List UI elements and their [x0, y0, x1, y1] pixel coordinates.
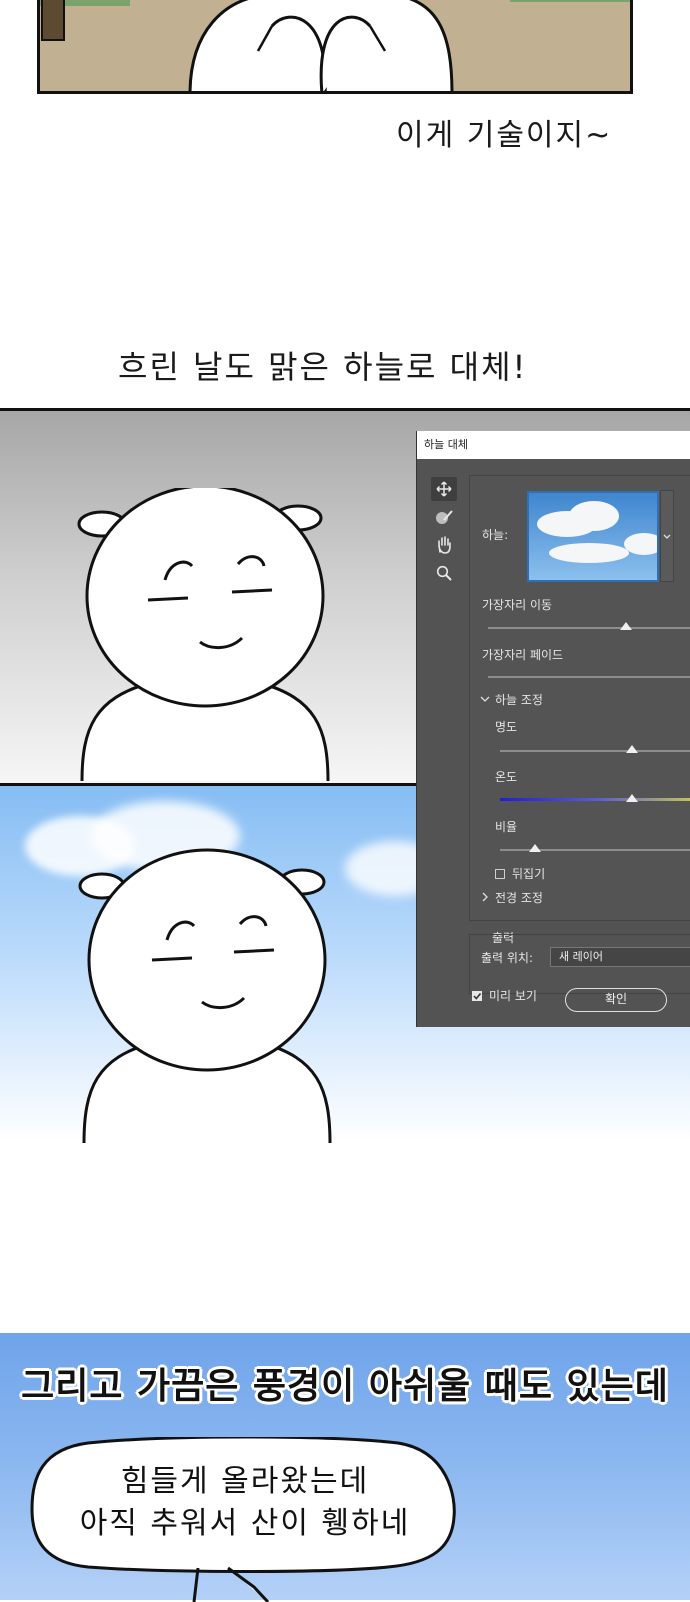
flip-checkbox[interactable] [495, 869, 505, 879]
sky-preset-dropdown[interactable] [660, 490, 674, 582]
preview-checkbox[interactable] [472, 991, 482, 1001]
move-icon [436, 481, 452, 497]
chevron-down-icon [663, 534, 671, 539]
move-tool[interactable] [431, 477, 457, 501]
temperature-slider[interactable] [500, 798, 690, 801]
output-to-label: 출력 위치: [481, 951, 534, 965]
hand-tool[interactable] [431, 533, 457, 557]
chevron-down-icon[interactable] [480, 694, 490, 704]
brightness-thumb[interactable] [626, 745, 638, 753]
sky-label: 하늘: [482, 528, 509, 542]
checkmark-icon [473, 992, 482, 1000]
zoom-icon [436, 565, 452, 581]
shift-edge-thumb[interactable] [620, 622, 632, 630]
brightness-label: 명도 [495, 720, 518, 734]
speech-line-2: 아직 추워서 산이 휑하네 [79, 1506, 411, 1541]
sky-preset-thumbnail[interactable] [527, 491, 659, 582]
fade-edge-label: 가장자리 페이드 [482, 648, 564, 662]
character-before [77, 488, 330, 782]
preview-label: 미리 보기 [489, 989, 537, 1003]
sky-adjust-label[interactable]: 하늘 조정 [495, 691, 543, 708]
flip-label: 뒤집기 [512, 867, 546, 881]
output-group: 출력 위치: 새 레이어 [469, 934, 690, 994]
scale-thumb[interactable] [529, 844, 541, 852]
panel-border-top [0, 408, 690, 411]
ok-button[interactable]: 확인 [565, 988, 667, 1012]
zoom-tool[interactable] [431, 561, 457, 585]
brightness-slider[interactable] [500, 750, 690, 752]
scale-label: 비율 [495, 820, 518, 834]
fade-edge-slider[interactable] [488, 676, 690, 678]
bottom-comic-panel: 그리고 가끔은 풍경이 아쉬울 때도 있는데 힘들게 올라왔는데 아직 추워서 … [0, 1333, 690, 1602]
foreground-adjust-label[interactable]: 전경 조정 [495, 889, 543, 906]
temperature-label: 온도 [495, 770, 518, 784]
top-panel-art [40, 0, 630, 91]
hand-icon [438, 536, 451, 554]
sky-replacement-dialog: 하늘 대체 하늘: 가장자리 이동 가장자리 페이드 하늘 조정 명도 온도 비… [417, 431, 690, 1027]
thumb-cloud [624, 533, 657, 555]
shift-edge-slider[interactable] [488, 627, 690, 629]
caption-sky-replace: 흐린 날도 맑은 하늘로 대체! [118, 348, 528, 386]
brush-icon [436, 510, 453, 524]
top-comic-panel [37, 0, 633, 94]
thumb-cloud [569, 501, 619, 531]
caption-wish: 그리고 가끔은 풍경이 아쉬울 때도 있는데 [21, 1366, 669, 1407]
temperature-thumb[interactable] [626, 794, 638, 802]
output-to-select[interactable]: 새 레이어 [550, 947, 690, 967]
shift-edge-label: 가장자리 이동 [482, 598, 553, 612]
caption-skill: 이게 기술이지~ [396, 118, 613, 153]
speech-text: 힘들게 올라왔는데 아직 추워서 산이 휑하네 [36, 1461, 454, 1545]
thumb-cloud [549, 543, 629, 563]
dialog-title: 하늘 대체 [417, 431, 690, 459]
sky-brush-tool[interactable] [431, 505, 457, 529]
sky-settings-group: 하늘: 가장자리 이동 가장자리 페이드 하늘 조정 명도 온도 비율 뒤집기 … [469, 475, 690, 921]
character-after [78, 848, 332, 1143]
chevron-right-icon[interactable] [480, 892, 490, 902]
speech-line-1: 힘들게 올라왔는데 [120, 1464, 370, 1499]
